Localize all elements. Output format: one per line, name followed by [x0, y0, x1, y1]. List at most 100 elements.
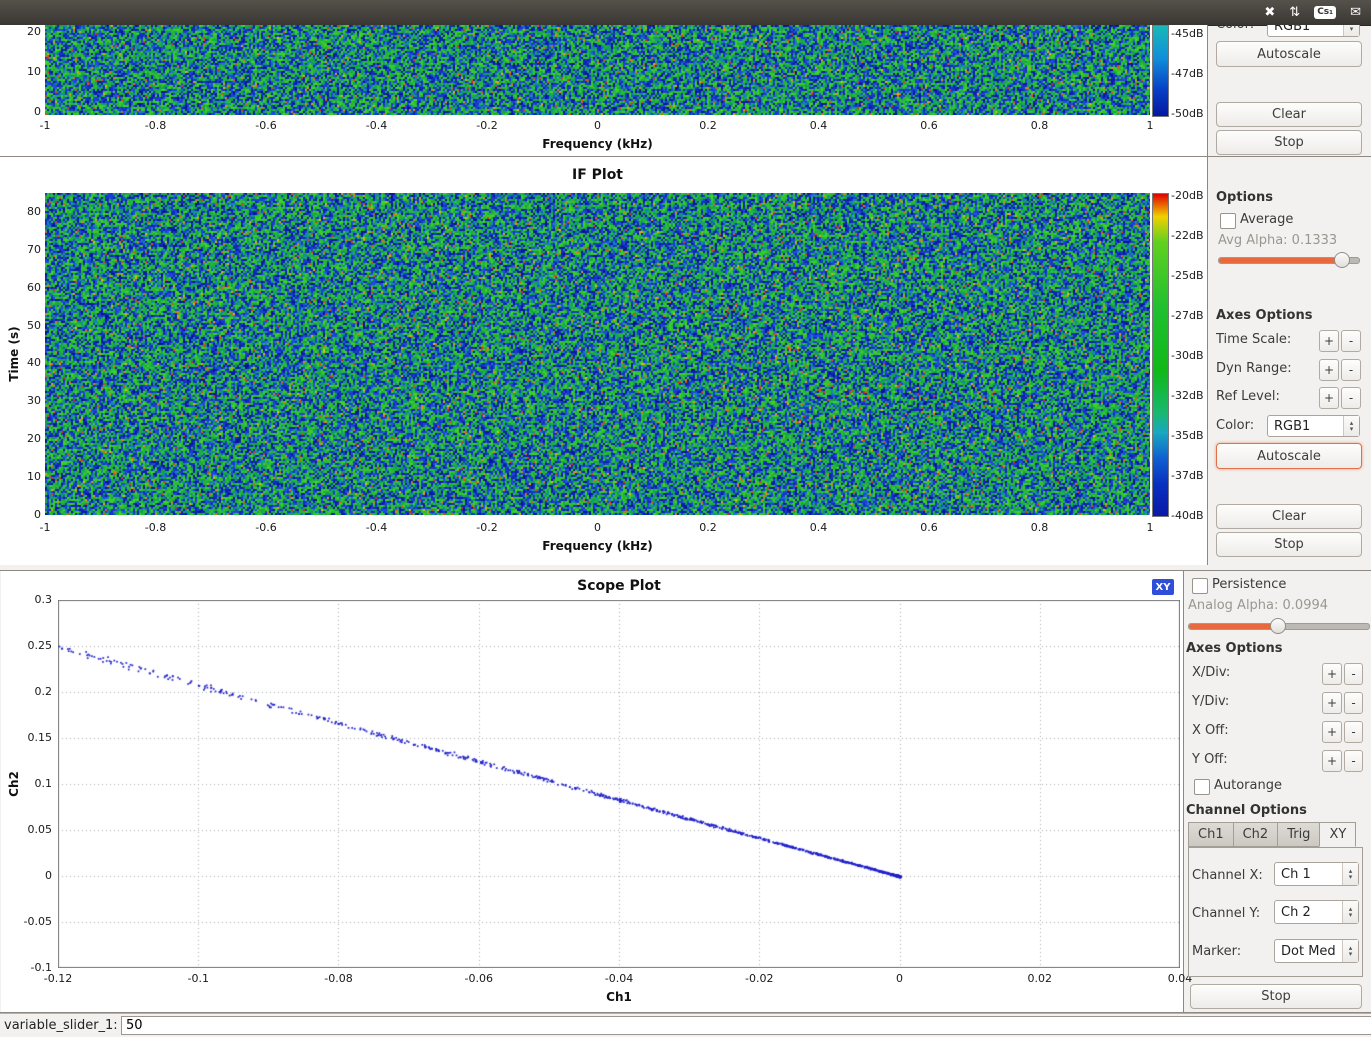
variable-slider-label: variable_slider_1: — [4, 1018, 118, 1033]
spinner-arrows-icon[interactable]: ▴▾ — [1342, 940, 1358, 962]
tick-label: -0.08 — [324, 972, 352, 985]
autorange-label: Autorange — [1214, 778, 1282, 793]
scope-plot-title: Scope Plot — [58, 578, 1180, 594]
tick-label: 0.2 — [699, 521, 717, 534]
avg-alpha-slider-handle[interactable] — [1334, 252, 1350, 268]
panel-divider — [1207, 25, 1208, 565]
spinner-arrows-icon[interactable]: ▴▾ — [1343, 25, 1359, 36]
updown-arrows-icon[interactable]: ⇅ — [1289, 5, 1300, 20]
section-divider — [0, 156, 1371, 157]
average-checkbox[interactable] — [1220, 213, 1236, 229]
marker-value: Dot Med — [1281, 944, 1336, 959]
time-scale-plus-button[interactable]: + — [1319, 330, 1339, 352]
tick-label: 80 — [0, 205, 41, 218]
tick-label: -0.06 — [465, 972, 493, 985]
color-select[interactable]: RGB1 ▴▾ — [1267, 25, 1360, 37]
tick-label: 0.8 — [1031, 119, 1049, 132]
yoff-minus-button[interactable]: - — [1344, 750, 1363, 772]
yoff-plus-button[interactable]: + — [1322, 750, 1342, 772]
ref-level-minus-button[interactable]: - — [1341, 387, 1361, 409]
time-scale-minus-button[interactable]: - — [1341, 330, 1361, 352]
if-plot-x-axis: -1-0.8-0.6-0.4-0.200.20.40.60.81 — [0, 521, 1371, 535]
tab-ch1[interactable]: Ch1 — [1188, 822, 1233, 847]
ref-level-label: Ref Level: — [1216, 389, 1280, 404]
tick-label: 10 — [0, 470, 41, 483]
analog-alpha-slider-handle[interactable] — [1270, 618, 1286, 634]
tick-label: 10 — [0, 65, 41, 78]
stop-button[interactable]: Stop — [1190, 984, 1362, 1009]
tick-label: -32dB — [1171, 389, 1204, 402]
xy-legend-badge[interactable]: XY — [1152, 579, 1174, 595]
analog-alpha-label: Analog Alpha: 0.0994 — [1188, 598, 1328, 613]
options-header: Options — [1216, 190, 1273, 205]
clear-button[interactable]: Clear — [1216, 102, 1362, 127]
tick-label: 1 — [1147, 521, 1154, 534]
if-plot-canvas[interactable] — [45, 193, 1150, 515]
ydiv-plus-button[interactable]: + — [1322, 692, 1342, 714]
color-select[interactable]: RGB1 ▴▾ — [1267, 415, 1360, 437]
tick-label: 0 — [896, 972, 903, 985]
persistence-checkbox[interactable] — [1192, 578, 1208, 594]
axes-options-header: Axes Options — [1216, 308, 1312, 323]
channel-x-select[interactable]: Ch 1 ▴▾ — [1274, 862, 1359, 886]
tab-xy[interactable]: XY — [1319, 822, 1356, 847]
xoff-minus-button[interactable]: - — [1344, 721, 1363, 743]
channel-x-label: Channel X: — [1192, 868, 1263, 883]
autoscale-button[interactable]: Autoscale — [1216, 41, 1362, 67]
keyboard-layout-icon[interactable]: Cs₁ — [1314, 6, 1336, 19]
tick-label: 20 — [0, 25, 41, 38]
axes-options-header: Axes Options — [1186, 641, 1282, 656]
waterfall-top-canvas[interactable] — [45, 25, 1150, 115]
ydiv-minus-button[interactable]: - — [1344, 692, 1363, 714]
mail-icon[interactable]: ✉ — [1350, 5, 1361, 20]
xoff-plus-button[interactable]: + — [1322, 721, 1342, 743]
variable-slider-input[interactable] — [121, 1016, 1371, 1035]
analog-alpha-slider[interactable] — [1188, 623, 1370, 630]
tick-label: 30 — [0, 394, 41, 407]
tick-label: -0.4 — [366, 119, 387, 132]
tick-label: -40dB — [1171, 509, 1204, 522]
dyn-range-minus-button[interactable]: - — [1341, 359, 1361, 381]
tick-label: -0.04 — [605, 972, 633, 985]
tick-label: -22dB — [1171, 229, 1204, 242]
tick-label: -0.05 — [0, 915, 52, 928]
tick-label: 1 — [1147, 119, 1154, 132]
clear-button[interactable]: Clear — [1216, 504, 1362, 529]
avg-alpha-slider[interactable] — [1218, 257, 1360, 264]
tick-label: 0.2 — [0, 685, 52, 698]
xdiv-minus-button[interactable]: - — [1344, 663, 1363, 685]
tab-ch2[interactable]: Ch2 — [1233, 822, 1278, 847]
tick-label: 40 — [0, 356, 41, 369]
autorange-checkbox[interactable] — [1194, 779, 1210, 795]
tick-label: -0.1 — [188, 972, 209, 985]
autoscale-button[interactable]: Autoscale — [1216, 443, 1362, 469]
stop-button[interactable]: Stop — [1216, 130, 1362, 155]
tick-label: 50 — [0, 319, 41, 332]
stop-button[interactable]: Stop — [1216, 532, 1362, 557]
ref-level-plus-button[interactable]: + — [1319, 387, 1339, 409]
tick-label: -0.2 — [476, 119, 497, 132]
tick-label: 20 — [0, 432, 41, 445]
tab-trig[interactable]: Trig — [1277, 822, 1319, 847]
tick-label: 0.6 — [920, 119, 938, 132]
tick-label: -0.4 — [366, 521, 387, 534]
tick-label: 70 — [0, 243, 41, 256]
marker-select[interactable]: Dot Med ▴▾ — [1274, 939, 1359, 963]
xdiv-plus-button[interactable]: + — [1322, 663, 1342, 685]
analog-alpha-slider-fill — [1189, 624, 1277, 629]
tick-label: 0 — [594, 521, 601, 534]
channel-y-select[interactable]: Ch 2 ▴▾ — [1274, 900, 1359, 924]
if-plot-x-label: Frequency (kHz) — [45, 539, 1150, 553]
spinner-arrows-icon[interactable]: ▴▾ — [1342, 863, 1358, 885]
tick-label: 0.2 — [699, 119, 717, 132]
scope-canvas[interactable] — [58, 600, 1180, 968]
tick-label: 0 — [0, 508, 41, 521]
tick-label: 60 — [0, 281, 41, 294]
spinner-arrows-icon[interactable]: ▴▾ — [1343, 416, 1359, 436]
tick-label: -50dB — [1171, 107, 1204, 120]
cross-icon[interactable]: ✖ — [1264, 5, 1275, 20]
spinner-arrows-icon[interactable]: ▴▾ — [1342, 901, 1358, 923]
dyn-range-plus-button[interactable]: + — [1319, 359, 1339, 381]
if-plot-title: IF Plot — [45, 167, 1150, 183]
tick-label: 0 — [0, 105, 41, 118]
